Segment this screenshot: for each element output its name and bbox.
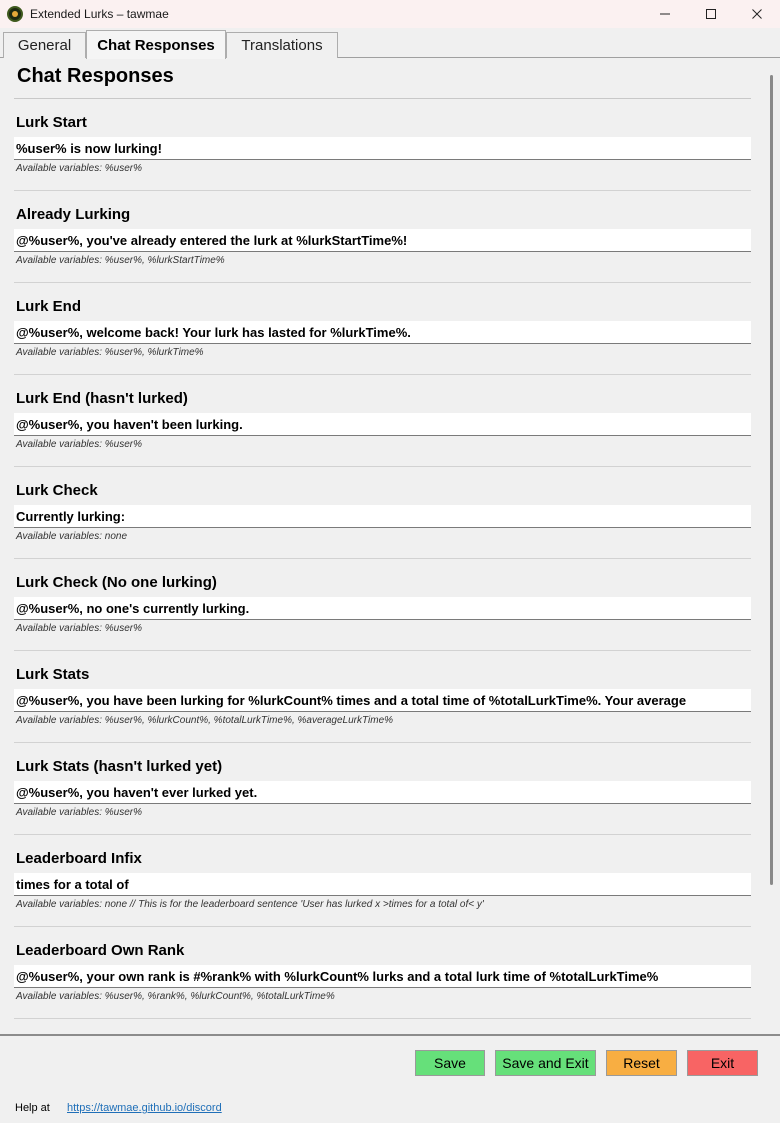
field-lurk-stats-none: Lurk Stats (hasn't lurked yet) Available… bbox=[14, 743, 751, 835]
leaderboard-infix-input[interactable] bbox=[14, 873, 751, 896]
exit-button[interactable]: Exit bbox=[687, 1050, 758, 1076]
field-leaderboard-own-rank: Leaderboard Own Rank Available variables… bbox=[14, 927, 751, 1019]
field-label: Lurk Stats (hasn't lurked yet) bbox=[16, 758, 223, 775]
window-title: Extended Lurks – tawmae bbox=[30, 7, 169, 21]
lurk-stats-input[interactable] bbox=[14, 689, 751, 712]
field-label: Lurk End (hasn't lurked) bbox=[16, 390, 188, 407]
field-label: Already Lurking bbox=[16, 206, 131, 223]
field-label: Lurk Check (No one lurking) bbox=[16, 574, 217, 591]
leaderboard-own-rank-input[interactable] bbox=[14, 965, 751, 988]
field-label: Lurk Start bbox=[16, 114, 87, 131]
lurk-check-none-input[interactable] bbox=[14, 597, 751, 620]
field-help-text: Available variables: %user% bbox=[16, 163, 142, 174]
tab-chat-responses[interactable]: Chat Responses bbox=[86, 30, 226, 59]
reset-button[interactable]: Reset bbox=[606, 1050, 677, 1076]
vertical-scrollbar[interactable] bbox=[764, 58, 780, 1034]
save-and-exit-button[interactable]: Save and Exit bbox=[495, 1050, 596, 1076]
field-label: Lurk Check bbox=[16, 482, 98, 499]
close-button[interactable] bbox=[734, 0, 780, 28]
field-lurk-stats: Lurk Stats Available variables: %user%, … bbox=[14, 651, 751, 743]
lurk-end-input[interactable] bbox=[14, 321, 751, 344]
tab-general[interactable]: General bbox=[3, 32, 86, 58]
app-logo-icon bbox=[7, 6, 23, 22]
field-help-text: Available variables: none // This is for… bbox=[16, 899, 484, 910]
save-button[interactable]: Save bbox=[415, 1050, 485, 1076]
minimize-icon bbox=[660, 13, 670, 15]
scrollbar-thumb[interactable] bbox=[770, 75, 773, 885]
close-icon bbox=[752, 9, 762, 19]
field-label: Leaderboard Own Rank bbox=[16, 942, 185, 959]
tab-bar: General Chat Responses Translations bbox=[0, 30, 780, 59]
already-lurking-input[interactable] bbox=[14, 229, 751, 252]
field-help-text: Available variables: %user% bbox=[16, 623, 142, 634]
field-divider bbox=[14, 1018, 751, 1019]
field-help-text: Available variables: %user% bbox=[16, 439, 142, 450]
tab-translations[interactable]: Translations bbox=[226, 32, 338, 58]
chat-responses-panel: Chat Responses Lurk Start Available vari… bbox=[0, 58, 764, 1034]
maximize-icon bbox=[706, 9, 716, 19]
maximize-button[interactable] bbox=[688, 0, 734, 28]
minimize-button[interactable] bbox=[642, 0, 688, 28]
field-label: Lurk End bbox=[16, 298, 82, 315]
field-help-text: Available variables: %user%, %lurkTime% bbox=[16, 347, 204, 358]
field-help-text: Available variables: %user% bbox=[16, 807, 142, 818]
lurk-stats-none-input[interactable] bbox=[14, 781, 751, 804]
field-leaderboard-infix: Leaderboard Infix Available variables: n… bbox=[14, 835, 751, 927]
field-help-text: Available variables: %user%, %lurkCount%… bbox=[16, 715, 394, 726]
discord-help-link[interactable]: https://tawmae.github.io/discord bbox=[67, 1102, 222, 1114]
lurk-start-input[interactable] bbox=[14, 137, 751, 160]
lurk-check-input[interactable] bbox=[14, 505, 751, 528]
field-help-text: Available variables: none bbox=[16, 531, 128, 542]
field-label: Lurk Stats bbox=[16, 666, 90, 683]
title-bar: Extended Lurks – tawmae bbox=[0, 0, 780, 28]
field-lurk-check: Lurk Check Available variables: none bbox=[14, 467, 751, 559]
footer-panel: Save Save and Exit Reset Exit Help at ht… bbox=[0, 1036, 780, 1123]
help-label: Help at bbox=[15, 1102, 50, 1114]
field-lurk-start: Lurk Start Available variables: %user% bbox=[14, 99, 751, 191]
field-lurk-check-none: Lurk Check (No one lurking) Available va… bbox=[14, 559, 751, 651]
field-lurk-end-not-lurked: Lurk End (hasn't lurked) Available varia… bbox=[14, 375, 751, 467]
field-help-text: Available variables: %user%, %lurkStartT… bbox=[16, 255, 225, 266]
field-help-text: Available variables: %user%, %rank%, %lu… bbox=[16, 991, 335, 1002]
field-label: Leaderboard Infix bbox=[16, 850, 142, 867]
page-title: Chat Responses bbox=[17, 65, 174, 87]
field-already-lurking: Already Lurking Available variables: %us… bbox=[14, 191, 751, 283]
window-controls bbox=[642, 0, 780, 28]
lurk-end-not-lurked-input[interactable] bbox=[14, 413, 751, 436]
field-lurk-end: Lurk End Available variables: %user%, %l… bbox=[14, 283, 751, 375]
